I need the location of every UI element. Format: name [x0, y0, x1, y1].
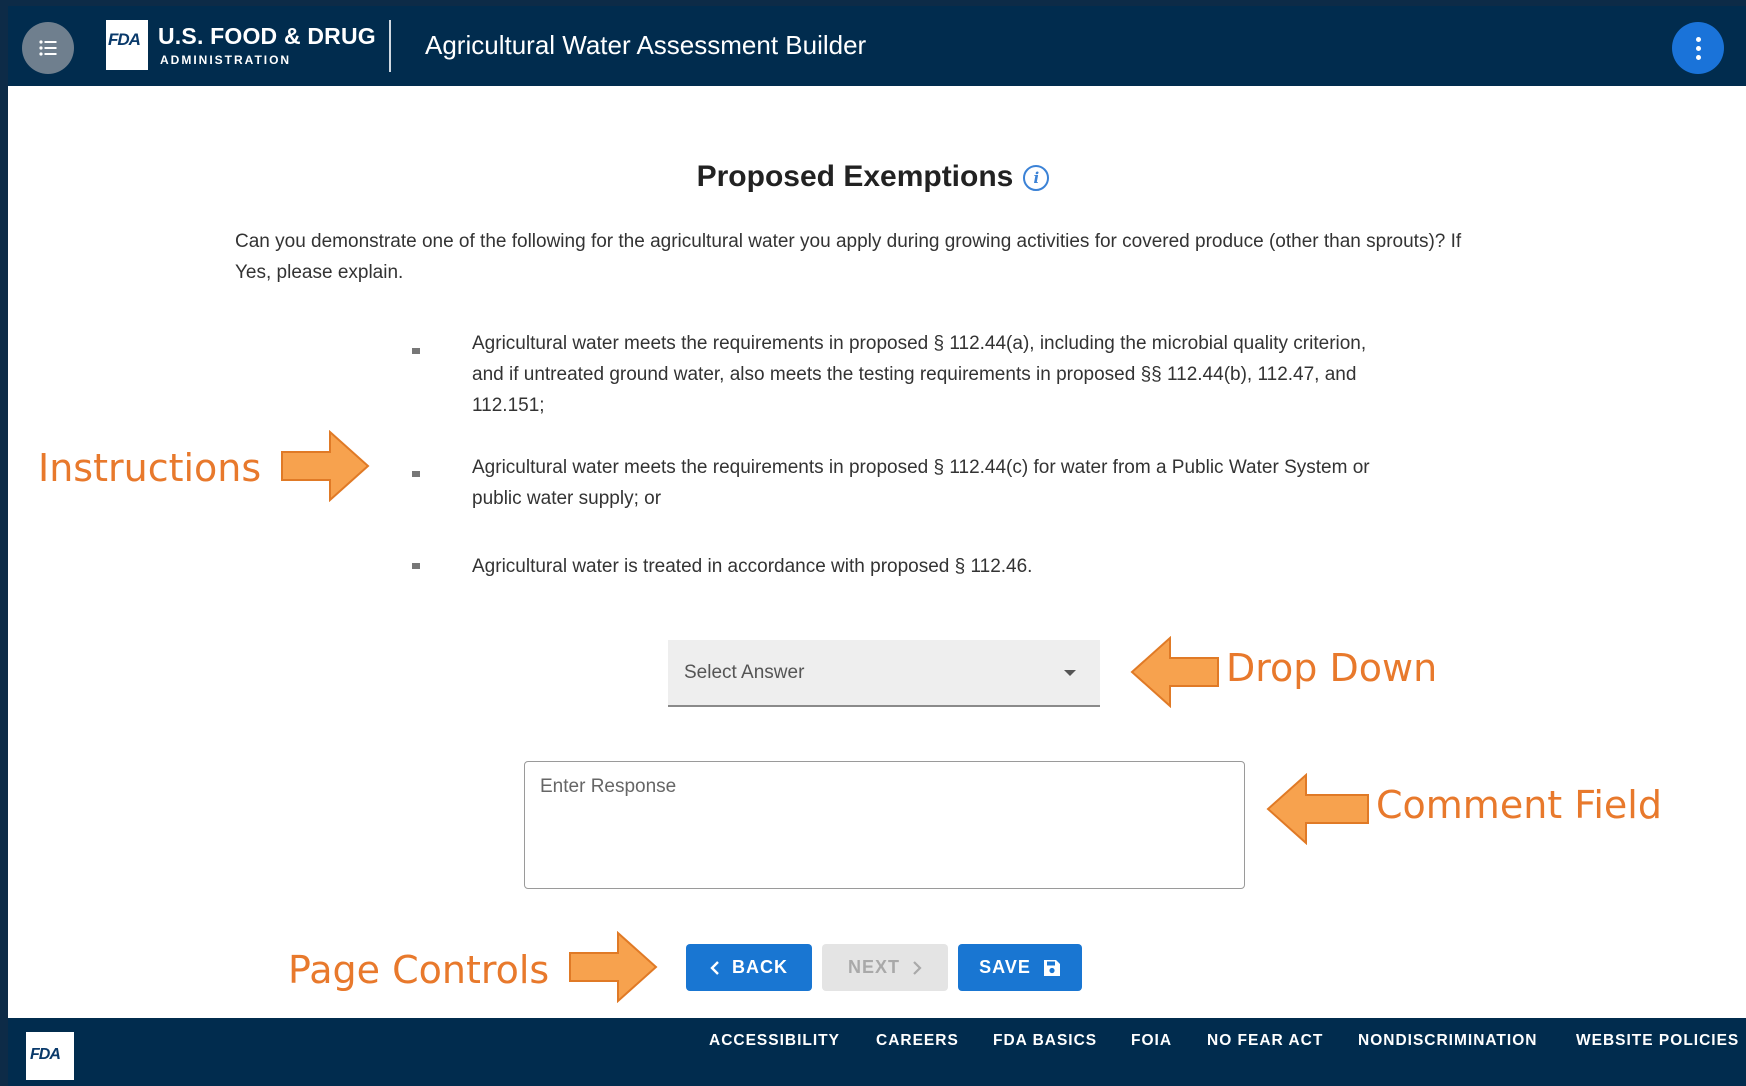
footer-link-accessibility[interactable]: ACCESSIBILITY [709, 1032, 840, 1050]
more-options-button[interactable] [1672, 22, 1724, 74]
page-title: Proposed Exemptions i [0, 160, 1746, 194]
header-divider [389, 20, 391, 72]
chevron-right-icon [913, 960, 922, 975]
fda-logo[interactable]: FDA [106, 20, 148, 70]
answer-select-value: Select Answer [684, 662, 805, 683]
footer-link-foia[interactable]: FOIA [1131, 1032, 1172, 1050]
brand-title: U.S. FOOD & DRUG [158, 23, 376, 49]
instruction-item: Agricultural water is treated in accorda… [472, 556, 1033, 577]
response-textarea[interactable] [524, 761, 1245, 889]
footer-link-careers[interactable]: CAREERS [876, 1032, 959, 1050]
list-menu-icon [39, 40, 57, 56]
footer-link-nondiscrimination[interactable]: NONDISCRIMINATION [1358, 1032, 1537, 1050]
arrow-left-icon [1130, 636, 1219, 708]
annotation-drop-down: Drop Down [1226, 646, 1438, 690]
back-button-label: BACK [732, 957, 788, 977]
chevron-left-icon [710, 960, 719, 975]
annotation-comment-field: Comment Field [1376, 783, 1662, 827]
bullet-marker [412, 471, 420, 477]
annotation-page-controls: Page Controls [288, 948, 550, 992]
bullet-marker [412, 563, 420, 569]
footer-fda-logo[interactable]: FDA [26, 1032, 74, 1080]
next-button[interactable]: NEXT [822, 944, 948, 991]
save-button[interactable]: SAVE [958, 944, 1082, 991]
info-icon[interactable]: i [1023, 165, 1050, 192]
next-button-label: NEXT [847, 957, 900, 977]
arrow-right-icon [569, 931, 658, 1003]
annotation-instructions: Instructions [38, 446, 262, 490]
footer-link-no-fear-act[interactable]: NO FEAR ACT [1207, 1032, 1323, 1050]
brand-subtitle: ADMINISTRATION [160, 53, 292, 67]
arrow-right-icon [281, 430, 370, 502]
fda-logo-text: FDA [108, 30, 141, 49]
footer-link-fda-basics[interactable]: FDA BASICS [993, 1032, 1097, 1050]
save-button-label: SAVE [979, 957, 1031, 977]
bullet-marker [412, 348, 420, 354]
footer: FDA ACCESSIBILITY CAREERS FDA BASICS FOI… [8, 1018, 1746, 1086]
footer-logo-text: FDA [30, 1046, 61, 1063]
page-title-text: Proposed Exemptions [696, 160, 1014, 193]
instruction-item: Agricultural water meets the requirement… [472, 333, 1367, 416]
answer-select[interactable]: Select Answer [668, 640, 1100, 707]
caret-down-icon [1064, 670, 1076, 676]
top-app-bar: FDA U.S. FOOD & DRUG ADMINISTRATION Agri… [8, 6, 1746, 86]
app-title: Agricultural Water Assessment Builder [425, 30, 867, 60]
arrow-left-icon [1266, 773, 1369, 845]
back-button[interactable]: BACK [686, 944, 812, 991]
menu-button[interactable] [22, 22, 74, 74]
question-text: Can you demonstrate one of the following… [235, 231, 1462, 283]
floppy-disk-icon [1043, 959, 1060, 976]
footer-link-website-policies[interactable]: WEBSITE POLICIES [1576, 1032, 1739, 1050]
instruction-item: Agricultural water meets the requirement… [472, 457, 1370, 509]
